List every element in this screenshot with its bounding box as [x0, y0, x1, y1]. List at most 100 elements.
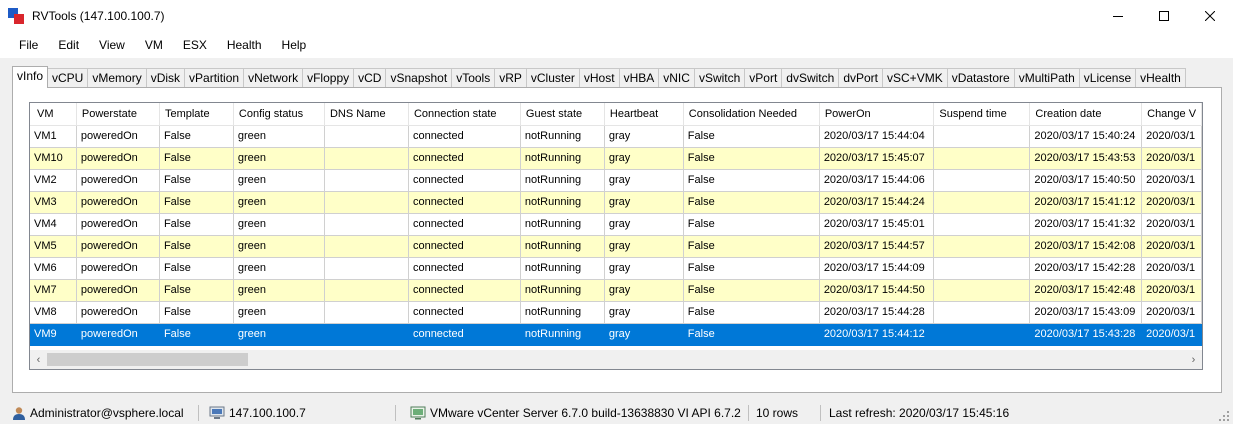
table-cell[interactable]: False — [159, 213, 234, 236]
table-cell[interactable]: VM3 — [30, 191, 77, 214]
tab-dvport[interactable]: dvPort — [838, 68, 884, 88]
table-cell[interactable]: gray — [604, 169, 684, 192]
table-cell[interactable]: VM2 — [30, 169, 77, 192]
table-cell[interactable]: poweredOn — [76, 213, 160, 236]
table-cell[interactable]: 2020/03/17 15:42:28 — [1029, 257, 1143, 280]
table-cell[interactable] — [933, 213, 1031, 236]
tab-vsnapshot[interactable]: vSnapshot — [385, 68, 453, 88]
table-cell[interactable]: gray — [604, 191, 684, 214]
table-cell[interactable]: False — [683, 235, 820, 258]
table-cell[interactable]: connected — [408, 125, 521, 148]
table-cell[interactable] — [324, 213, 409, 236]
table-cell[interactable]: 2020/03/1 — [1141, 191, 1202, 214]
horizontal-scrollbar[interactable]: ‹ › — [30, 350, 1202, 369]
table-cell[interactable]: notRunning — [520, 257, 605, 280]
tab-vhba[interactable]: vHBA — [618, 68, 660, 88]
tab-vlicense[interactable]: vLicense — [1078, 68, 1137, 88]
table-cell[interactable]: VM9 — [30, 323, 77, 346]
table-cell[interactable]: poweredOn — [76, 257, 160, 280]
table-cell[interactable] — [324, 169, 409, 192]
tab-vnic[interactable]: vNIC — [658, 68, 695, 88]
table-cell[interactable]: 2020/03/17 15:42:08 — [1029, 235, 1143, 258]
column-header-consolidation-needed[interactable]: Consolidation Needed — [683, 103, 820, 126]
table-cell[interactable]: False — [159, 169, 234, 192]
table-cell[interactable] — [933, 125, 1031, 148]
table-cell[interactable]: False — [159, 279, 234, 302]
table-cell[interactable] — [933, 169, 1031, 192]
table-cell[interactable]: False — [159, 235, 234, 258]
table-cell[interactable] — [933, 191, 1031, 214]
maximize-button[interactable] — [1141, 0, 1187, 32]
table-cell[interactable]: connected — [408, 169, 521, 192]
table-cell[interactable]: green — [233, 257, 325, 280]
tab-vhealth[interactable]: vHealth — [1135, 68, 1186, 88]
close-button[interactable] — [1187, 0, 1233, 32]
table-cell[interactable]: VM6 — [30, 257, 77, 280]
table-cell[interactable]: False — [683, 191, 820, 214]
table-cell[interactable]: 2020/03/17 15:44:50 — [819, 279, 935, 302]
table-cell[interactable]: connected — [408, 147, 521, 170]
table-row[interactable]: VM4 poweredOn False green connected notRunnin… — [30, 213, 1202, 236]
table-cell[interactable]: notRunning — [520, 147, 605, 170]
table-cell[interactable]: 2020/03/17 15:43:28 — [1029, 323, 1143, 346]
tab-vrp[interactable]: vRP — [494, 68, 527, 88]
table-cell[interactable]: poweredOn — [76, 279, 160, 302]
menu-help[interactable]: Help — [272, 32, 317, 58]
tab-vtools[interactable]: vTools — [451, 68, 496, 88]
table-cell[interactable]: connected — [408, 235, 521, 258]
menu-file[interactable]: File — [9, 32, 48, 58]
table-cell[interactable]: green — [233, 323, 325, 346]
table-row[interactable]: VM3 poweredOn False green connected notRunnin… — [30, 191, 1202, 214]
table-cell[interactable]: gray — [604, 301, 684, 324]
table-cell[interactable] — [933, 279, 1031, 302]
table-cell[interactable]: green — [233, 213, 325, 236]
table-cell[interactable]: 2020/03/1 — [1141, 235, 1202, 258]
scroll-left-icon[interactable]: ‹ — [30, 350, 47, 369]
column-header-creation-date[interactable]: Creation date — [1029, 103, 1143, 126]
table-cell[interactable]: False — [683, 279, 820, 302]
column-header-change-v[interactable]: Change V — [1141, 103, 1202, 126]
table-cell[interactable]: gray — [604, 257, 684, 280]
table-row[interactable]: VM1 poweredOn False green connected notRunnin… — [30, 125, 1202, 148]
table-cell[interactable]: False — [159, 191, 234, 214]
table-cell[interactable]: poweredOn — [76, 235, 160, 258]
tab-dvswitch[interactable]: dvSwitch — [781, 68, 840, 88]
resize-grip-icon[interactable] — [1219, 411, 1229, 421]
table-row[interactable]: VM10 poweredOn False green connected notRunni… — [30, 147, 1202, 170]
table-cell[interactable]: gray — [604, 213, 684, 236]
scroll-right-icon[interactable]: › — [1185, 350, 1202, 369]
table-cell[interactable]: poweredOn — [76, 169, 160, 192]
table-cell[interactable]: green — [233, 169, 325, 192]
table-cell[interactable]: 2020/03/17 15:44:04 — [819, 125, 935, 148]
table-cell[interactable]: connected — [408, 323, 521, 346]
table-cell[interactable]: 2020/03/17 15:41:12 — [1029, 191, 1143, 214]
table-cell[interactable]: gray — [604, 235, 684, 258]
table-row[interactable]: VM9 poweredOn False green connected notRunnin… — [30, 323, 1202, 346]
table-cell[interactable]: connected — [408, 191, 521, 214]
scrollbar-thumb[interactable] — [47, 353, 248, 366]
table-cell[interactable]: gray — [604, 323, 684, 346]
table-cell[interactable] — [933, 235, 1031, 258]
table-cell[interactable] — [324, 257, 409, 280]
column-header-dns-name[interactable]: DNS Name — [324, 103, 409, 126]
table-cell[interactable]: notRunning — [520, 169, 605, 192]
column-header-connection-state[interactable]: Connection state — [408, 103, 521, 126]
table-cell[interactable]: poweredOn — [76, 323, 160, 346]
table-cell[interactable]: VM8 — [30, 301, 77, 324]
table-cell[interactable]: notRunning — [520, 125, 605, 148]
table-cell[interactable] — [324, 301, 409, 324]
table-cell[interactable]: False — [159, 257, 234, 280]
column-header-powerstate[interactable]: Powerstate — [76, 103, 160, 126]
table-cell[interactable]: notRunning — [520, 213, 605, 236]
table-cell[interactable]: False — [683, 169, 820, 192]
table-cell[interactable]: 2020/03/17 15:44:24 — [819, 191, 935, 214]
table-row[interactable]: VM2 poweredOn False green connected notRunnin… — [30, 169, 1202, 192]
table-cell[interactable]: notRunning — [520, 279, 605, 302]
table-cell[interactable]: gray — [604, 147, 684, 170]
table-cell[interactable] — [933, 301, 1031, 324]
table-cell[interactable]: 2020/03/17 15:44:06 — [819, 169, 935, 192]
column-header-heartbeat[interactable]: Heartbeat — [604, 103, 684, 126]
table-cell[interactable]: connected — [408, 213, 521, 236]
table-row[interactable]: VM8 poweredOn False green connected notRunnin… — [30, 301, 1202, 324]
table-row[interactable]: VM6 poweredOn False green connected notRunnin… — [30, 257, 1202, 280]
